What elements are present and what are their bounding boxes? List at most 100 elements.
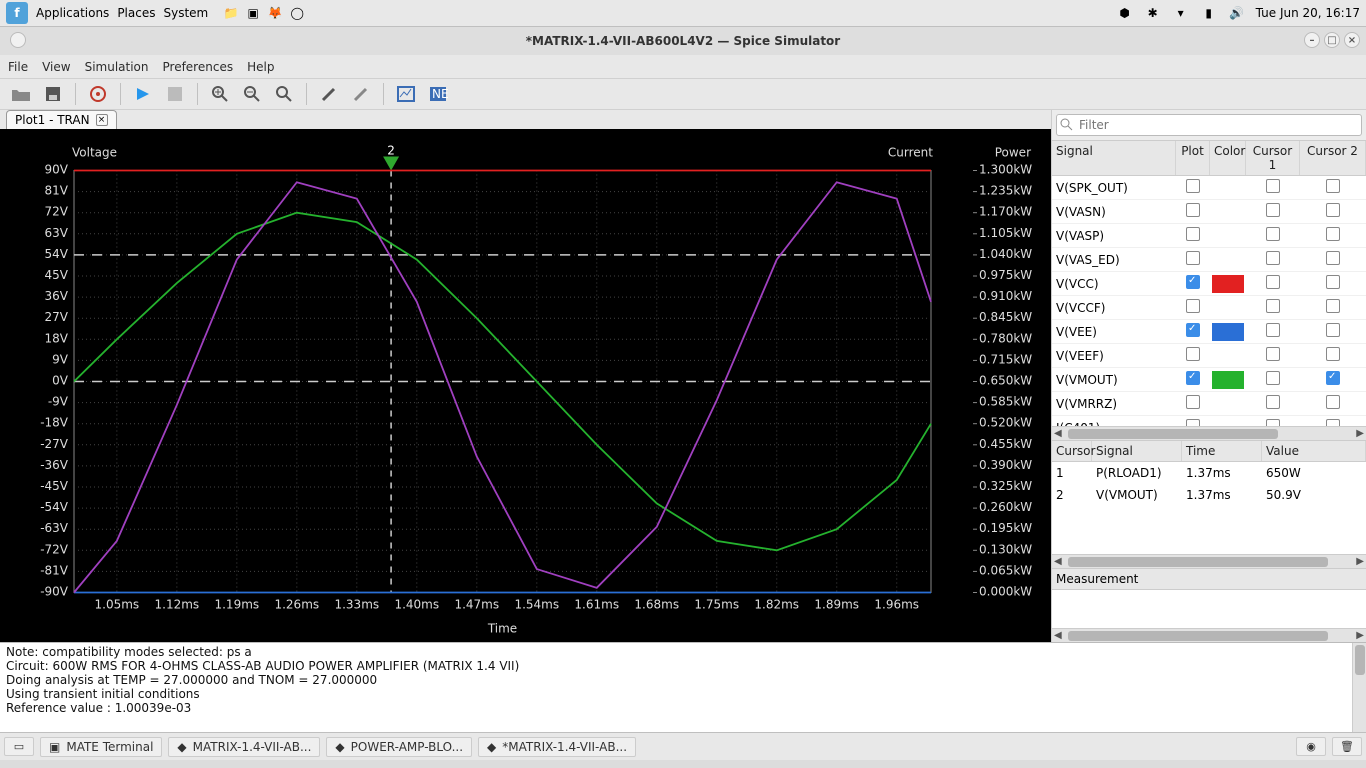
plot-checkbox[interactable] (1186, 203, 1200, 217)
scroll-right-icon[interactable]: ▶ (1356, 630, 1364, 641)
zoom-out-icon[interactable] (239, 81, 265, 107)
settings-icon[interactable] (85, 81, 111, 107)
tray-app-icon[interactable]: ⬢ (1116, 4, 1134, 22)
task-terminal[interactable]: ▣MATE Terminal (40, 737, 162, 757)
scroll-thumb[interactable] (1068, 557, 1328, 567)
signal-row[interactable]: V(VASP) (1052, 224, 1366, 248)
show-desktop-button[interactable]: ▭ (4, 737, 34, 756)
signal-row[interactable]: V(VEEF) (1052, 344, 1366, 368)
task-kicad2[interactable]: ◆POWER-AMP-BLO... (326, 737, 472, 757)
workspace-switcher[interactable]: ◉ (1296, 737, 1326, 756)
tray-bluetooth-icon[interactable]: ✱ (1144, 4, 1162, 22)
signal-row[interactable]: V(VEE) (1052, 320, 1366, 344)
task-kicad3[interactable]: ◆*MATRIX-1.4-VII-AB... (478, 737, 636, 757)
launcher-terminal-icon[interactable]: ▣ (244, 4, 262, 22)
window-minimize-button[interactable]: – (1304, 32, 1320, 48)
os-menu-places[interactable]: Places (117, 6, 155, 20)
plot-checkbox[interactable] (1186, 371, 1200, 385)
cursor1-checkbox[interactable] (1266, 299, 1280, 313)
open-icon[interactable] (8, 81, 34, 107)
signal-row[interactable]: V(VASN) (1052, 200, 1366, 224)
scroll-right-icon[interactable]: ▶ (1356, 428, 1364, 439)
console-vscroll[interactable] (1352, 643, 1366, 732)
header-color[interactable]: Color (1210, 141, 1246, 175)
color-swatch[interactable] (1212, 371, 1244, 389)
tray-volume-icon[interactable]: 🔊 (1228, 4, 1246, 22)
os-menu-system[interactable]: System (163, 6, 208, 20)
header-ctime[interactable]: Time (1182, 441, 1262, 461)
cursor2-checkbox[interactable] (1326, 275, 1340, 289)
menu-preferences[interactable]: Preferences (163, 60, 234, 74)
signal-row[interactable]: V(VCCF) (1052, 296, 1366, 320)
signal-row[interactable]: I(C401) (1052, 416, 1366, 426)
plot-checkbox[interactable] (1186, 395, 1200, 409)
cursor1-checkbox[interactable] (1266, 419, 1280, 426)
tray-wifi-icon[interactable]: ▾ (1172, 4, 1190, 22)
header-cursor2[interactable]: Cursor 2 (1300, 141, 1366, 175)
cursor1-checkbox[interactable] (1266, 275, 1280, 289)
chart-area[interactable]: 1.05ms1.12ms1.19ms1.26ms1.33ms1.40ms1.47… (0, 129, 1051, 642)
probe-i-icon[interactable] (348, 81, 374, 107)
scroll-left-icon[interactable]: ◀ (1054, 630, 1062, 641)
menu-file[interactable]: File (8, 60, 28, 74)
plot-checkbox[interactable] (1186, 299, 1200, 313)
cursor1-checkbox[interactable] (1266, 227, 1280, 241)
cursor2-checkbox[interactable] (1326, 323, 1340, 337)
signal-row[interactable]: V(VMRRZ) (1052, 392, 1366, 416)
menu-view[interactable]: View (42, 60, 70, 74)
signal-row[interactable]: V(VAS_ED) (1052, 248, 1366, 272)
console-output[interactable]: Note: compatibility modes selected: ps a… (0, 642, 1366, 732)
signals-table[interactable]: V(SPK_OUT)V(VASN)V(VASP)V(VAS_ED)V(VCC)V… (1052, 176, 1366, 426)
measurement-hscroll[interactable]: ◀ ▶ (1052, 628, 1366, 642)
menu-simulation[interactable]: Simulation (85, 60, 149, 74)
cursor2-checkbox[interactable] (1326, 227, 1340, 241)
task-kicad1[interactable]: ◆MATRIX-1.4-VII-AB... (168, 737, 320, 757)
clock[interactable]: Tue Jun 20, 16:17 (1256, 6, 1360, 20)
cursor1-checkbox[interactable] (1266, 203, 1280, 217)
stop-icon[interactable] (162, 81, 188, 107)
save-icon[interactable] (40, 81, 66, 107)
menu-help[interactable]: Help (247, 60, 274, 74)
plot-checkbox[interactable] (1186, 251, 1200, 265)
cursor-row[interactable]: 1P(RLOAD1)1.37ms650W (1052, 462, 1366, 484)
scroll-thumb[interactable] (1068, 429, 1278, 439)
scroll-left-icon[interactable]: ◀ (1054, 556, 1062, 567)
zoom-in-icon[interactable] (207, 81, 233, 107)
window-maximize-button[interactable]: □ (1324, 32, 1340, 48)
launcher-geany-icon[interactable]: ◯ (288, 4, 306, 22)
tab-plot1[interactable]: Plot1 - TRAN × (6, 110, 117, 129)
cursor1-checkbox[interactable] (1266, 179, 1280, 193)
header-csignal[interactable]: Signal (1092, 441, 1182, 461)
plot-checkbox[interactable] (1186, 275, 1200, 289)
netlist-icon[interactable]: NET (425, 81, 451, 107)
scroll-thumb[interactable] (1068, 631, 1328, 641)
header-cursor[interactable]: Cursor (1052, 441, 1092, 461)
cursor-row[interactable]: 2V(VMOUT)1.37ms50.9V (1052, 484, 1366, 506)
plot-checkbox[interactable] (1186, 347, 1200, 361)
color-swatch[interactable] (1212, 275, 1244, 293)
signal-row[interactable]: V(SPK_OUT) (1052, 176, 1366, 200)
probe-v-icon[interactable] (316, 81, 342, 107)
scroll-thumb[interactable] (1355, 645, 1365, 675)
launcher-files-icon[interactable]: 📁 (222, 4, 240, 22)
cursor2-checkbox[interactable] (1326, 299, 1340, 313)
color-swatch[interactable] (1212, 323, 1244, 341)
fedora-icon[interactable]: f (6, 2, 28, 24)
cursor1-checkbox[interactable] (1266, 347, 1280, 361)
cursors-table[interactable]: 1P(RLOAD1)1.37ms650W2V(VMOUT)1.37ms50.9V (1052, 462, 1366, 506)
cursor2-checkbox[interactable] (1326, 179, 1340, 193)
cursor2-checkbox[interactable] (1326, 347, 1340, 361)
plot-checkbox[interactable] (1186, 227, 1200, 241)
tab-close-icon[interactable]: × (96, 114, 108, 126)
header-cursor1[interactable]: Cursor 1 (1246, 141, 1300, 175)
cursor1-checkbox[interactable] (1266, 395, 1280, 409)
cursor1-checkbox[interactable] (1266, 371, 1280, 385)
cursor2-checkbox[interactable] (1326, 251, 1340, 265)
cursor2-checkbox[interactable] (1326, 419, 1340, 426)
header-signal[interactable]: Signal (1052, 141, 1176, 175)
header-cvalue[interactable]: Value (1262, 441, 1366, 461)
signal-row[interactable]: V(VMOUT) (1052, 368, 1366, 392)
plot-settings-icon[interactable] (393, 81, 419, 107)
cursors-hscroll[interactable]: ◀ ▶ (1052, 554, 1366, 568)
plot-checkbox[interactable] (1186, 323, 1200, 337)
